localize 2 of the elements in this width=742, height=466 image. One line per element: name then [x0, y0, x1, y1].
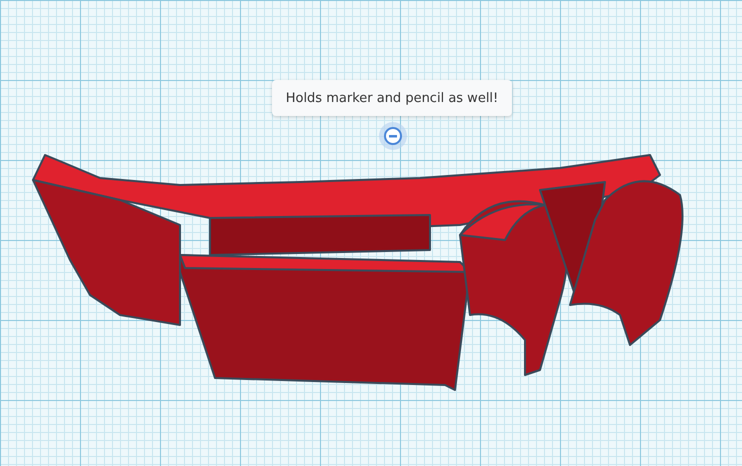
- collapse-icon[interactable]: [378, 121, 408, 151]
- note-text: Holds marker and pencil as well!: [286, 90, 498, 106]
